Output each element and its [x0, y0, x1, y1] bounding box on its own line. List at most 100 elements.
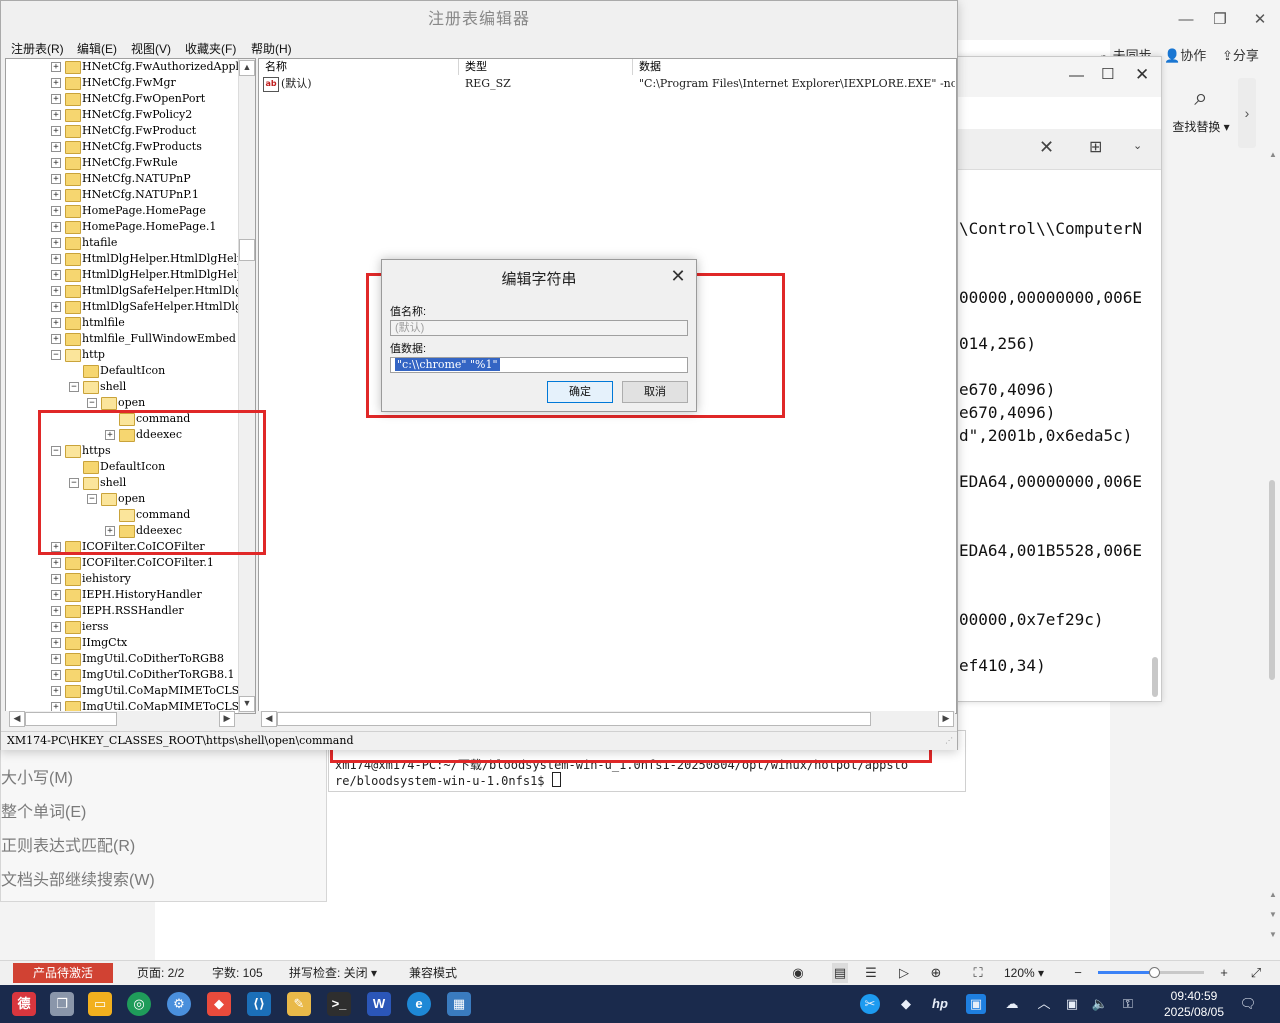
share-button[interactable]: ⇪分享: [1222, 46, 1259, 66]
scrollbar-thumb[interactable]: [25, 712, 117, 726]
tree-node[interactable]: + HNetCfg.FwMgr: [6, 75, 238, 91]
vscode-icon[interactable]: ⟨⟩: [247, 992, 271, 1016]
minimize-icon[interactable]: —: [1176, 10, 1196, 30]
word-count[interactable]: 字数: 105: [212, 963, 263, 983]
eye-protection-icon[interactable]: ◉: [790, 963, 806, 983]
volume-icon[interactable]: 🔈: [1090, 994, 1110, 1014]
menu-registry[interactable]: 注册表(R): [11, 40, 64, 57]
start-menu-icon[interactable]: 德: [12, 992, 36, 1016]
wps-writer-icon[interactable]: W: [367, 992, 391, 1016]
value-data[interactable]: "C:\Program Files\Internet Explorer\IEXP…: [639, 76, 955, 92]
tree-node[interactable]: + HtmlDlgHelper.HtmlDlgHelpe: [6, 267, 251, 283]
tree-node[interactable]: + ImgUtil.CoMapMIMEToCLSID: [6, 683, 252, 699]
maximize-icon[interactable]: ☐: [1101, 65, 1114, 83]
find-option-wrap[interactable]: 文档头部继续搜索(W): [1, 866, 155, 890]
find-option-regex[interactable]: 正则表达式匹配(R): [1, 832, 135, 856]
browser-icon[interactable]: ◎: [127, 992, 151, 1016]
tree-node[interactable]: + HNetCfg.FwAuthorizedAppli: [6, 59, 243, 75]
text-editor-icon[interactable]: ✎: [287, 992, 311, 1016]
tree-node[interactable]: + IEPH.RSSHandler: [6, 603, 238, 619]
close-icon[interactable]: ✕: [668, 266, 688, 286]
expand-icon[interactable]: +: [51, 158, 61, 168]
note-tray-icon[interactable]: ▣: [966, 994, 986, 1014]
expand-icon[interactable]: +: [51, 238, 61, 248]
expand-icon[interactable]: +: [51, 270, 61, 280]
close-icon[interactable]: ✕: [1135, 65, 1149, 85]
expand-icon[interactable]: +: [51, 318, 61, 328]
scroll-down-icon[interactable]: ▼: [1269, 930, 1277, 944]
expand-icon[interactable]: +: [51, 126, 61, 136]
find-option-whole-word[interactable]: 整个单词(E): [1, 798, 86, 822]
tree-node[interactable]: + htmlfile_FullWindowEmbed: [6, 331, 238, 347]
tree-node[interactable]: + IEPH.HistoryHandler: [6, 587, 238, 603]
find-replace-button[interactable]: ⌕ 查找替换 ▾: [1166, 78, 1236, 148]
tree-node[interactable]: + HtmlDlgSafeHelper.HtmlDlgS: [6, 299, 250, 315]
resize-grip-icon[interactable]: ⋰: [945, 736, 953, 745]
scrollbar-thumb[interactable]: [1269, 480, 1275, 680]
expand-icon[interactable]: +: [51, 62, 61, 72]
tree-node[interactable]: + htmlfile: [6, 315, 238, 331]
terminal-icon[interactable]: >_: [327, 992, 351, 1016]
collapse-icon[interactable]: −: [87, 398, 97, 408]
expand-icon[interactable]: +: [51, 222, 61, 232]
scroll-up-icon[interactable]: ▲: [1269, 150, 1277, 164]
scroll-left-icon[interactable]: ◀: [9, 711, 25, 727]
menu-help[interactable]: 帮助(H): [251, 40, 292, 57]
activate-product-button[interactable]: 产品待激活: [13, 963, 113, 983]
expand-icon[interactable]: +: [51, 590, 61, 600]
web-view-icon[interactable]: ⊕: [928, 963, 944, 983]
tree-node[interactable]: + iehistory: [6, 571, 238, 587]
collaborate-button[interactable]: 👤协作: [1164, 46, 1206, 66]
fullscreen-icon[interactable]: ⤢: [1248, 963, 1264, 983]
zoom-slider-handle[interactable]: [1149, 967, 1160, 978]
editor-scrollbar-thumb[interactable]: [1152, 657, 1158, 697]
tree-node[interactable]: + ierss: [6, 619, 238, 635]
collapse-icon[interactable]: −: [51, 350, 61, 360]
cancel-button[interactable]: 取消: [622, 381, 688, 403]
zoom-in-icon[interactable]: +: [1216, 963, 1232, 983]
scroll-left-icon[interactable]: ◀: [261, 711, 277, 727]
expand-icon[interactable]: +: [51, 142, 61, 152]
scroll-right-icon[interactable]: ▶: [938, 711, 954, 727]
screenshot-tool-icon[interactable]: ✂: [860, 994, 880, 1014]
close-tab-icon[interactable]: ✕: [1039, 137, 1054, 158]
tree-node[interactable]: + ImgUtil.CoDitherToRGB8: [6, 651, 238, 667]
new-tab-icon[interactable]: ⊞: [1089, 137, 1102, 157]
expand-icon[interactable]: +: [51, 622, 61, 632]
menu-view[interactable]: 视图(V): [131, 40, 171, 57]
menu-edit[interactable]: 编辑(E): [77, 40, 117, 57]
tree-node[interactable]: + ImgUtil.CoDitherToRGB8.1: [6, 667, 238, 683]
expand-icon[interactable]: +: [51, 206, 61, 216]
collapse-icon[interactable]: −: [69, 382, 79, 392]
tree-node[interactable]: + HNetCfg.FwProducts: [6, 139, 238, 155]
outline-view-icon[interactable]: ☰: [863, 963, 879, 983]
column-data[interactable]: 数据: [633, 59, 956, 75]
registry-key-tree[interactable]: + HNetCfg.FwAuthorizedAppli + HNetCfg.FwMgr…: [5, 58, 256, 714]
tree-node[interactable]: + HNetCfg.FwProduct: [6, 123, 238, 139]
expand-icon[interactable]: +: [51, 78, 61, 88]
tree-node[interactable]: + HomePage.HomePage: [6, 203, 238, 219]
tree-node[interactable]: + HNetCfg.FwOpenPort: [6, 91, 238, 107]
ok-button[interactable]: 确定: [547, 381, 613, 403]
restore-icon[interactable]: ❐: [1210, 10, 1230, 30]
tree-node[interactable]: + ICOFilter.CoICOFilter.1: [6, 555, 238, 571]
app-store-icon[interactable]: ◆: [207, 992, 231, 1016]
tree-node[interactable]: − open: [6, 395, 238, 411]
document-scrollbar[interactable]: ▲ ▲ ▼ ▼: [1266, 150, 1278, 960]
page-view-icon[interactable]: ▤: [832, 963, 848, 983]
expand-icon[interactable]: +: [51, 574, 61, 584]
device-icon[interactable]: ▣: [1062, 994, 1082, 1014]
expand-icon[interactable]: +: [51, 254, 61, 264]
ribbon-scroll-right-button[interactable]: ›: [1238, 78, 1256, 148]
expand-icon[interactable]: +: [51, 334, 61, 344]
expand-icon[interactable]: +: [51, 686, 61, 696]
scroll-right-icon[interactable]: ▶: [219, 711, 235, 727]
page-indicator[interactable]: 页面: 2/2: [137, 963, 184, 983]
zoom-out-icon[interactable]: −: [1070, 963, 1086, 983]
value-data-field[interactable]: "c:\\chrome" "%1": [390, 357, 688, 373]
hp-icon[interactable]: hp: [930, 994, 950, 1014]
tree-node[interactable]: + IImgCtx: [6, 635, 238, 651]
file-manager-icon[interactable]: ▭: [88, 992, 112, 1016]
expand-icon[interactable]: +: [51, 606, 61, 616]
settings-icon[interactable]: ⚙: [167, 992, 191, 1016]
